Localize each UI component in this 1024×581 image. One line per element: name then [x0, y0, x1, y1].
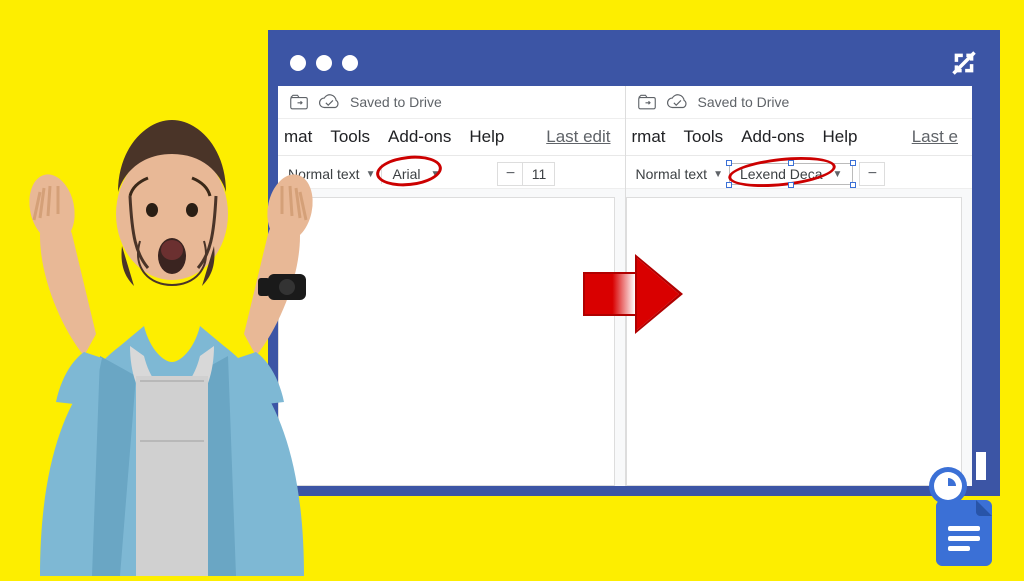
- decrease-font-size[interactable]: −: [497, 162, 523, 186]
- menu-addons[interactable]: Add-ons: [741, 127, 804, 147]
- surprised-person-photo: [0, 96, 340, 576]
- paragraph-style-dropdown[interactable]: Normal text ▼: [630, 164, 729, 184]
- last-edit-link[interactable]: Last edit: [546, 127, 618, 147]
- menu-bar: rmat Tools Add-ons Help Last e: [626, 119, 973, 156]
- transition-arrow-icon: [583, 254, 685, 334]
- folder-move-icon[interactable]: [638, 94, 656, 110]
- menu-help[interactable]: Help: [469, 127, 504, 147]
- vertical-scrollbar[interactable]: [972, 86, 990, 486]
- expand-icon[interactable]: [950, 49, 978, 77]
- chevron-down-icon: ▼: [833, 169, 843, 180]
- document-page[interactable]: [626, 197, 963, 486]
- window-content: Saved to Drive mat Tools Add-ons Help La…: [278, 86, 990, 486]
- window-controls: [290, 55, 358, 71]
- menu-format[interactable]: rmat: [632, 127, 666, 147]
- saved-label: Saved to Drive: [698, 94, 790, 110]
- document-canvas: [626, 188, 973, 486]
- font-family-dropdown[interactable]: Lexend Deca ▼: [729, 163, 853, 185]
- chevron-down-icon: ▼: [431, 169, 441, 180]
- cloud-saved-icon: [666, 94, 688, 110]
- window-titlebar: [278, 40, 990, 86]
- font-label: Arial: [392, 166, 420, 182]
- decrease-font-size[interactable]: −: [859, 162, 885, 186]
- saved-status-row: Saved to Drive: [626, 86, 973, 119]
- window-dot-minimize[interactable]: [316, 55, 332, 71]
- google-docs-logo-icon: [924, 466, 1002, 566]
- window-dot-close[interactable]: [290, 55, 306, 71]
- font-size-input[interactable]: 11: [523, 162, 555, 186]
- saved-label: Saved to Drive: [350, 94, 442, 110]
- menu-tools[interactable]: Tools: [684, 127, 724, 147]
- chevron-down-icon: ▼: [713, 169, 723, 180]
- menu-help[interactable]: Help: [823, 127, 858, 147]
- chevron-down-icon: ▼: [366, 169, 376, 180]
- browser-window: Saved to Drive mat Tools Add-ons Help La…: [268, 30, 1000, 496]
- font-label: Lexend Deca: [740, 166, 823, 182]
- menu-addons[interactable]: Add-ons: [388, 127, 451, 147]
- style-label: Normal text: [636, 166, 708, 182]
- last-edit-link[interactable]: Last e: [912, 127, 966, 147]
- window-dot-maximize[interactable]: [342, 55, 358, 71]
- font-family-dropdown[interactable]: Arial ▼: [381, 164, 491, 184]
